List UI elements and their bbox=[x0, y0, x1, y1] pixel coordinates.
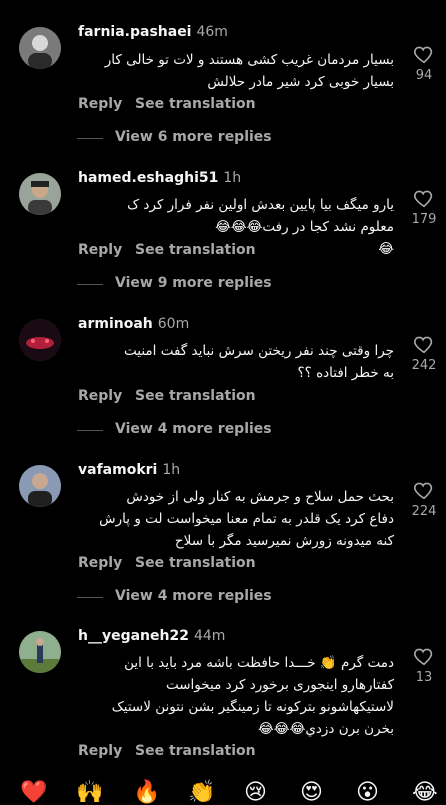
emoji-raised-hands[interactable]: 🙌 bbox=[76, 782, 103, 804]
view-more-replies-button[interactable]: View 4 more replies bbox=[77, 588, 272, 604]
heart-icon[interactable] bbox=[413, 479, 435, 501]
comment-username[interactable]: farnia.pashaei 46m bbox=[78, 24, 228, 40]
view-more-replies-button[interactable]: View 9 more replies bbox=[77, 275, 272, 291]
emoji-laughing[interactable]: 😂 bbox=[412, 782, 438, 804]
emoji-crying[interactable]: 😢 bbox=[244, 782, 267, 804]
comment-time: 60m bbox=[157, 316, 190, 332]
comment-username[interactable]: h__yeganeh22 44m bbox=[78, 628, 225, 644]
view-more-replies-button[interactable]: View 4 more replies bbox=[77, 421, 272, 437]
like-count: 224 bbox=[411, 504, 437, 519]
view-more-replies-button[interactable]: View 6 more replies bbox=[77, 129, 272, 145]
heart-icon[interactable] bbox=[413, 333, 435, 355]
emoji-fire[interactable]: 🔥 bbox=[133, 782, 160, 804]
emoji-clap[interactable]: 👏 bbox=[188, 782, 215, 804]
reply-button[interactable]: Reply bbox=[78, 242, 122, 258]
see-translation-button[interactable]: See translation bbox=[135, 388, 256, 404]
like-count: 179 bbox=[411, 212, 437, 227]
reply-button[interactable]: Reply bbox=[78, 555, 122, 571]
comment-time: 1h bbox=[223, 170, 242, 186]
emoji-heart-eyes[interactable]: 😍 bbox=[300, 782, 323, 804]
comment-text: بحث حمل سلاح و جرمش به کنار ولی از خودش … bbox=[99, 489, 394, 549]
avatar[interactable] bbox=[19, 319, 61, 361]
heart-icon[interactable] bbox=[413, 645, 435, 667]
avatar[interactable] bbox=[19, 27, 61, 69]
avatar[interactable] bbox=[19, 173, 61, 215]
see-translation-button[interactable]: See translation bbox=[135, 555, 256, 571]
reply-button[interactable]: Reply bbox=[78, 743, 122, 759]
see-translation-button[interactable]: See translation bbox=[135, 242, 256, 258]
comment-username[interactable]: vafamokri 1h bbox=[78, 462, 180, 478]
like-count: 13 bbox=[415, 670, 433, 685]
comment-text: چرا وقتی چند نفر ریختن سرش نباید گفت امن… bbox=[124, 343, 394, 381]
comment-username[interactable]: hamed.eshaghi51 1h bbox=[78, 170, 241, 186]
like-count: 242 bbox=[411, 358, 437, 373]
see-translation-button[interactable]: See translation bbox=[135, 96, 256, 112]
like-count: 94 bbox=[415, 68, 433, 83]
avatar[interactable] bbox=[19, 465, 61, 507]
emoji-reaction-bar: ❤️ 🙌 🔥 👏 😢 😍 😮 😂 bbox=[0, 782, 446, 804]
comment-time: 1h bbox=[162, 462, 181, 478]
see-translation-button[interactable]: See translation bbox=[135, 743, 256, 759]
comment-text: دمت گرم 👏 خـــدا حافظت باشه مرد باید با … bbox=[111, 655, 394, 737]
heart-icon[interactable] bbox=[413, 187, 435, 209]
comment-username[interactable]: arminoah 60m bbox=[78, 316, 189, 332]
emoji-surprised[interactable]: 😮 bbox=[356, 782, 379, 804]
comment-time: 46m bbox=[196, 24, 228, 40]
emoji-heart[interactable]: ❤️ bbox=[20, 782, 47, 804]
reply-button[interactable]: Reply bbox=[78, 388, 122, 404]
reply-button[interactable]: Reply bbox=[78, 96, 122, 112]
heart-icon[interactable] bbox=[413, 43, 435, 65]
comment-text: بسیار مردمان غریب کشی هستند و لات تو خال… bbox=[104, 52, 394, 90]
avatar[interactable] bbox=[19, 631, 61, 673]
comment-time: 44m bbox=[193, 628, 226, 644]
